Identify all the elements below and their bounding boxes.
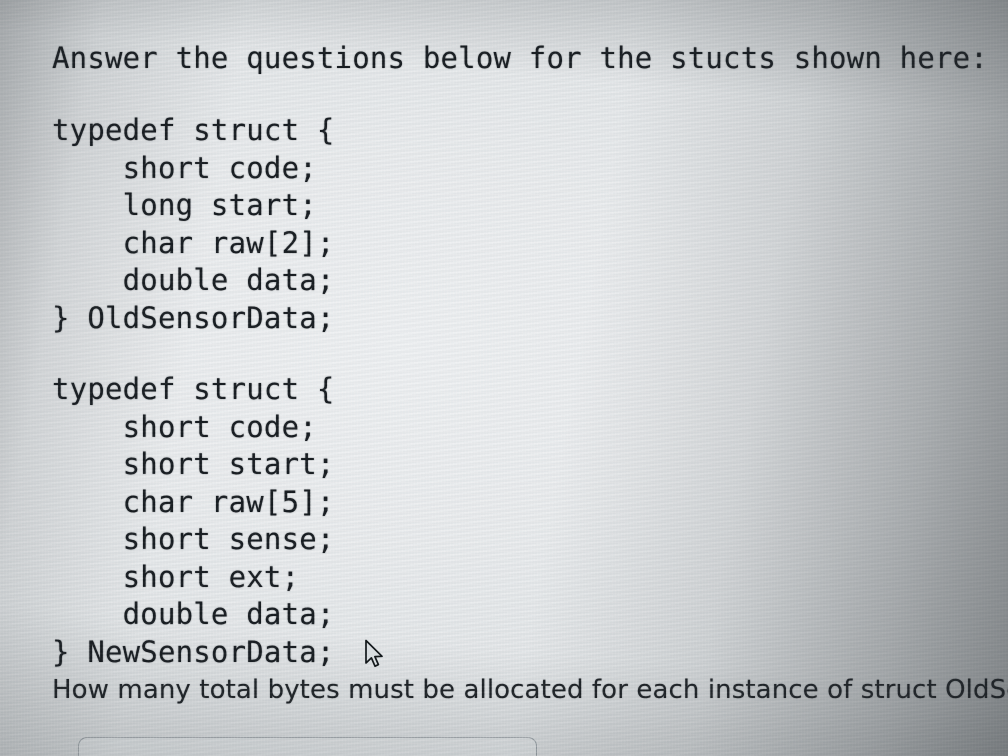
answer-input[interactable] [78,737,537,756]
code-block-new-sensor-data: typedef struct { short code; short start… [52,372,335,669]
document-content: Answer the questions below for the stuct… [0,0,1008,756]
prompt-line: Answer the questions below for the stuct… [52,41,988,75]
code-block-old-sensor-data: typedef struct { short code; long start;… [52,113,335,335]
screen-photo: Answer the questions below for the stuct… [0,0,1008,756]
question-text: How many total bytes must be allocated f… [52,675,1008,705]
